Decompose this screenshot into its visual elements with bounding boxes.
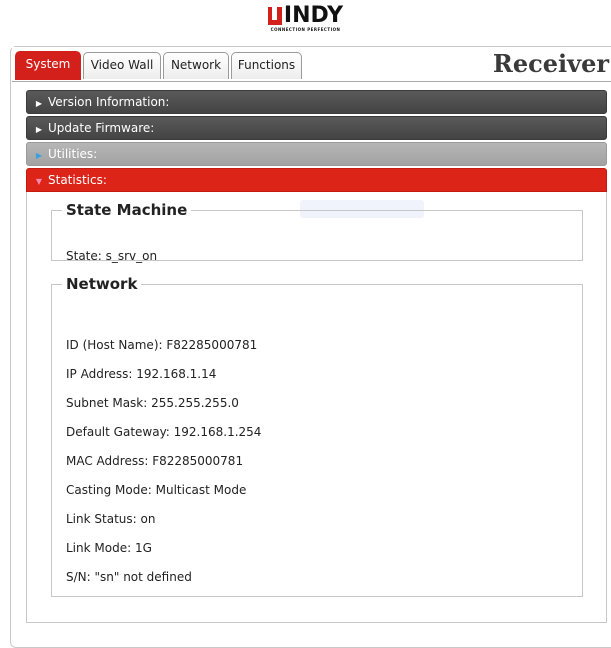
logo-mark: INDY <box>267 3 344 28</box>
logo-l-icon <box>267 7 282 25</box>
accordion-update-firmware[interactable]: ▶ Update Firmware: <box>26 116 607 140</box>
network-casting-mode: Casting Mode: Multicast Mode <box>66 483 247 497</box>
tab-network[interactable]: Network <box>163 52 229 79</box>
network-default-gateway: Default Gateway: 192.168.1.254 <box>66 425 262 439</box>
triangle-right-icon: ▶ <box>35 125 43 134</box>
tab-bar: System Video Wall Network Functions Rece… <box>12 47 611 82</box>
triangle-right-icon: ▶ <box>35 151 43 160</box>
state-value: State: s_srv_on <box>66 249 158 263</box>
network-serial-number: S/N: "sn" not defined <box>66 570 192 584</box>
network-link-status: Link Status: on <box>66 512 156 526</box>
network-ip-address: IP Address: 192.168.1.14 <box>66 367 217 381</box>
state-machine-title: State Machine <box>66 201 188 219</box>
accordion-label: Version Information: <box>48 95 170 109</box>
logo-text: INDY <box>283 3 344 28</box>
logo-tagline: CONNECTION PERFECTION <box>270 27 341 32</box>
network-title: Network <box>66 275 138 293</box>
accordion-statistics[interactable]: ▼ Statistics: <box>26 168 607 192</box>
tab-system[interactable]: System <box>15 51 81 80</box>
network-link-mode: Link Mode: 1G <box>66 541 152 555</box>
network-mac-address: MAC Address: F82285000781 <box>66 454 244 468</box>
triangle-right-icon: ▶ <box>35 99 43 108</box>
network-group: Network ID (Host Name): F82285000781 IP … <box>51 275 583 597</box>
tab-video-wall[interactable]: Video Wall <box>83 52 161 79</box>
network-host-name: ID (Host Name): F82285000781 <box>66 338 258 352</box>
network-subnet-mask: Subnet Mask: 255.255.255.0 <box>66 396 239 410</box>
triangle-down-icon: ▼ <box>35 177 43 186</box>
device-role-title: Receiver <box>492 49 609 78</box>
accordion-version-information[interactable]: ▶ Version Information: <box>26 90 607 114</box>
accordion-utilities[interactable]: ▶ Utilities: <box>26 142 607 166</box>
state-machine-group: State Machine State: s_srv_on <box>51 201 583 263</box>
accordion-label: Update Firmware: <box>48 121 155 135</box>
lindy-logo: INDY CONNECTION PERFECTION <box>0 3 611 42</box>
tab-functions[interactable]: Functions <box>231 52 302 79</box>
accordion-label: Utilities: <box>48 147 98 161</box>
accordion-label: Statistics: <box>48 173 107 187</box>
